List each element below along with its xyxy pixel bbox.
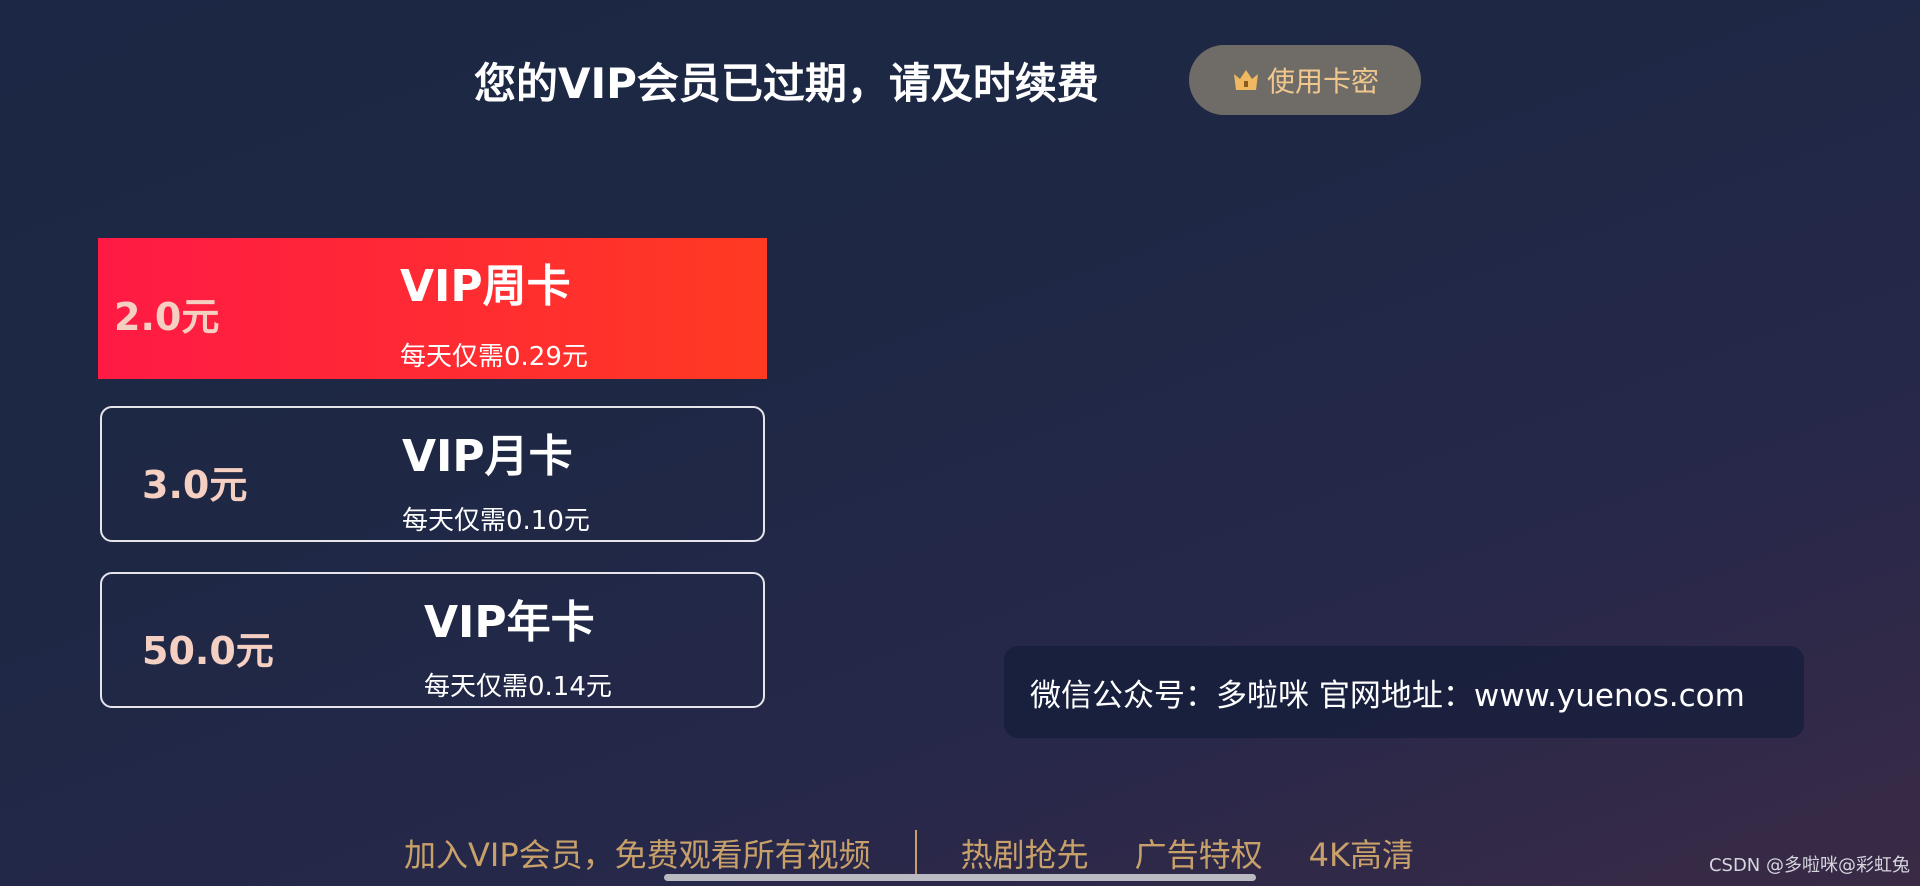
plan-weekly-card[interactable]: 2.0元 VIP周卡 每天仅需0.29元 bbox=[98, 238, 767, 379]
crown-icon bbox=[1231, 65, 1261, 95]
contact-info-box: 微信公众号：多啦咪 官网地址：www.yuenos.com bbox=[1004, 646, 1804, 738]
perk-item: 4K高清 bbox=[1308, 836, 1415, 874]
plan-monthly-card[interactable]: 3.0元 VIP月卡 每天仅需0.10元 bbox=[100, 406, 765, 542]
contact-info-text: 微信公众号：多啦咪 官网地址：www.yuenos.com bbox=[1030, 677, 1745, 714]
plan-yearly-card[interactable]: 50.0元 VIP年卡 每天仅需0.14元 bbox=[100, 572, 765, 708]
plan-daily-price: 每天仅需0.14元 bbox=[424, 672, 612, 702]
watermark: CSDN @多啦咪@彩虹兔 bbox=[1708, 855, 1910, 876]
vip-benefits-footer: 加入VIP会员，免费观看所有视频 热剧抢先 广告特权 4K高清 bbox=[404, 828, 1414, 878]
plan-daily-price: 每天仅需0.10元 bbox=[402, 506, 590, 536]
perk-item: 广告特权 bbox=[1134, 836, 1263, 874]
plan-name: VIP周卡 bbox=[400, 261, 571, 312]
plan-daily-price: 每天仅需0.29元 bbox=[400, 342, 588, 372]
plan-price: 50.0元 bbox=[142, 629, 274, 673]
card-key-label: 使用卡密 bbox=[1266, 65, 1379, 98]
plan-name: VIP年卡 bbox=[424, 597, 595, 648]
footer-divider bbox=[914, 830, 917, 876]
page-title: 您的VIP会员已过期，请及时续费 bbox=[474, 59, 1099, 108]
home-indicator-bar[interactable] bbox=[664, 874, 1256, 881]
use-card-key-button[interactable]: 使用卡密 bbox=[1189, 45, 1421, 115]
perk-item: 热剧抢先 bbox=[960, 836, 1089, 874]
vip-slogan: 加入VIP会员，免费观看所有视频 bbox=[404, 836, 871, 874]
plan-price: 2.0元 bbox=[114, 295, 220, 339]
plan-name: VIP月卡 bbox=[402, 431, 573, 482]
plan-price: 3.0元 bbox=[142, 463, 248, 507]
